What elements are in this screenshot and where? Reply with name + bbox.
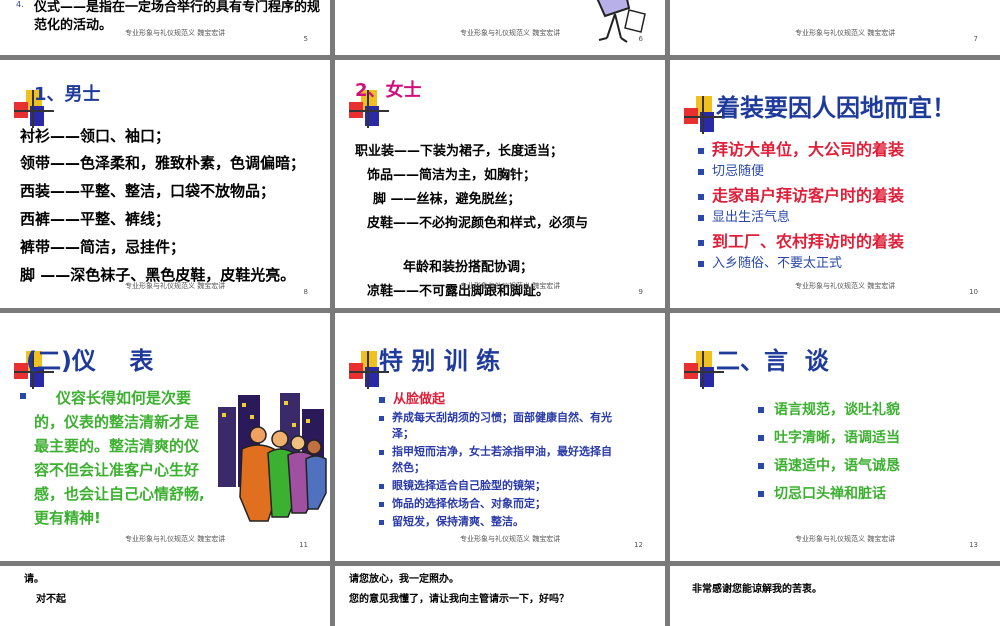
text-line: 请您放心，我一定照办。	[349, 574, 459, 585]
bullet-icon	[698, 239, 704, 246]
slide-title: 着装要因人因地而宜！	[716, 94, 956, 122]
list-item: 语速适中，语气诚恳	[758, 455, 900, 475]
text-line: 的，仪表的整洁清新才是	[34, 413, 200, 431]
text-line: 非常感谢您能谅解我的苦衷。	[692, 584, 822, 595]
slide-footer: 专业形象与礼仪规范义 魏宝宏讲 6	[460, 29, 643, 43]
text-line: 职业装——下装为裙子，长度适当；	[355, 144, 564, 159]
text-line: 然色；	[392, 461, 425, 474]
bullet-icon	[379, 519, 384, 525]
text-line: 更有精神!	[34, 509, 101, 527]
slide-footer: 专业形象与礼仪规范义 魏宝宏讲 8	[125, 282, 308, 296]
list-item: 语言规范，谈吐礼貌	[758, 399, 900, 419]
list-item: 到工厂、农村拜访时的着装	[698, 228, 904, 252]
bullet-icon	[698, 168, 704, 175]
text-line: 衬衫——领口、袖口；	[20, 127, 171, 145]
slide-14[interactable]: 请。 对不起	[0, 566, 330, 626]
business-people-clipart	[218, 393, 327, 522]
text-line: 年龄和装扮搭配协调；	[403, 260, 534, 275]
corner-decoration	[684, 351, 724, 389]
slide-footer: 专业形象与礼仪规范义 魏宝宏讲 11	[125, 535, 308, 549]
slide-footer: 专业形象与礼仪规范义 魏宝宏讲 10	[795, 282, 978, 296]
page-number: 6	[638, 35, 643, 43]
slide-7[interactable]: 专业形象与礼仪规范义 魏宝宏讲 7	[670, 0, 1000, 55]
page-number: 11	[299, 541, 308, 549]
slide-footer: 专业形象与礼仪规范义 魏宝宏讲 7	[795, 29, 978, 43]
text-line: 西裤——平整、裤线；	[20, 210, 171, 228]
bullet-icon	[758, 463, 764, 469]
slide-footer: 专业形象与礼仪规范义 魏宝宏讲 9	[460, 282, 643, 296]
list-item: 切忌口头禅和脏话	[758, 483, 886, 503]
bullet-icon	[698, 214, 704, 221]
list-item: 切忌随便	[698, 160, 764, 179]
slide-15[interactable]: 请您放心，我一定照办。 您的意见我懂了，请让我向主管请示一下，好吗？	[335, 566, 665, 626]
slide-10[interactable]: 着装要因人因地而宜！ 拜访大单位，大公司的着装 切忌随便 走家串户拜访客户时的着…	[670, 60, 1000, 308]
text-line: 脚 ——丝袜，避免脱丝；	[373, 192, 521, 207]
page-number: 12	[634, 541, 643, 549]
bullet-icon	[20, 393, 26, 399]
bullet-icon	[758, 435, 764, 441]
slide-title: 二、言 谈	[716, 347, 829, 375]
text-line: 请。	[24, 574, 44, 585]
slide-title: 1、男士	[34, 84, 101, 105]
slide-footer: 专业形象与礼仪规范义 魏宝宏讲 5	[125, 29, 308, 43]
list-item: 留短发，保持清爽、整洁。	[379, 513, 524, 529]
list-item: 入乡随俗、不要太正式	[698, 252, 842, 271]
page-number: 13	[969, 541, 978, 549]
text-line: 感，也会让自己心情舒畅,	[34, 485, 205, 503]
text-line: 对不起	[36, 594, 66, 605]
text-line: 容不但会让准客户心生好	[34, 461, 200, 479]
list-item: 从脸做起	[379, 388, 445, 407]
slide-11[interactable]: (二)仪 表 仪容长得如何是次要 的，仪表的整洁清新才是 最主要的。整洁清爽的仪…	[0, 313, 330, 561]
list-item: 走家串户拜访客户时的着装	[698, 182, 904, 206]
slide-9[interactable]: 2、女士 职业装——下装为裙子，长度适当； 饰品——简洁为主，如胸针； 脚 ——…	[335, 60, 665, 308]
bullet-icon	[758, 491, 764, 497]
slide-16[interactable]: 非常感谢您能谅解我的苦衷。	[670, 566, 1000, 626]
text-line: 您的意见我懂了，请让我向主管请示一下，好吗？	[349, 594, 569, 605]
bullet-icon	[698, 193, 704, 200]
slide-title: 特 别 训 练	[379, 347, 501, 375]
slide-title: 2、女士	[355, 80, 422, 101]
page-number: 7	[973, 35, 978, 43]
text-line: 西装——平整、整洁，口袋不放物品；	[20, 182, 276, 200]
slide-13[interactable]: 二、言 谈 语言规范，谈吐礼貌 吐字清晰，语调适当 语速适中，语气诚恳 切忌口头…	[670, 313, 1000, 561]
bullet-icon	[379, 415, 384, 421]
text-line: 饰品——简洁为主，如胸针；	[367, 168, 537, 183]
text-line: 仪容长得如何是次要	[56, 389, 192, 407]
bullet-icon	[379, 396, 385, 403]
bullet-number: 4.	[16, 0, 24, 9]
page-number: 10	[969, 288, 978, 296]
page-number: 9	[638, 288, 643, 296]
slide-5[interactable]: 4. 仪式——是指在一定场合举行的具有专门程序的规 范化的活动。 专业形象与礼仪…	[0, 0, 330, 55]
bullet-icon	[379, 449, 384, 455]
list-item: 显出生活气息	[698, 206, 790, 225]
page-number: 5	[303, 35, 308, 43]
list-item: 指甲短而洁净，女士若涂指甲油，最好选择自	[379, 443, 612, 459]
list-item: 饰品的选择依场合、对象而定；	[379, 495, 546, 511]
text-line: 仪式——是指在一定场合举行的具有专门程序的规	[34, 0, 321, 15]
text-line: 领带——色泽柔和，雅致朴素，色调偏暗；	[20, 154, 306, 172]
slide-6[interactable]: 专业形象与礼仪规范义 魏宝宏讲 6	[335, 0, 665, 55]
text-line: 裤带——简洁，忌挂件；	[20, 238, 186, 256]
list-item: 养成每天刮胡须的习惯；面部健康自然、有光	[379, 409, 612, 425]
slide-8[interactable]: 1、男士 衬衫——领口、袖口； 领带——色泽柔和，雅致朴素，色调偏暗； 西装——…	[0, 60, 330, 308]
slide-footer: 专业形象与礼仪规范义 魏宝宏讲 12	[460, 535, 643, 549]
list-item: 眼镜选择适合自己脸型的镜架；	[379, 477, 546, 493]
bullet-icon	[698, 147, 704, 154]
list-item: 拜访大单位，大公司的着装	[698, 136, 904, 160]
text-line: 皮鞋——不必拘泥颜色和样式，必须与	[367, 216, 589, 231]
text-line: 泽；	[392, 427, 414, 440]
slide-footer: 专业形象与礼仪规范义 魏宝宏讲 13	[795, 535, 978, 549]
corner-decoration	[684, 96, 724, 134]
page-number: 8	[303, 288, 308, 296]
bullet-icon	[379, 501, 384, 507]
list-item: 吐字清晰，语调适当	[758, 427, 900, 447]
text-line: 最主要的。整洁清爽的仪	[34, 437, 200, 455]
bullet-icon	[698, 260, 704, 267]
slide-12[interactable]: 特 别 训 练 从脸做起 养成每天刮胡须的习惯；面部健康自然、有光 泽； 指甲短…	[335, 313, 665, 561]
bullet-icon	[758, 407, 764, 413]
bullet-icon	[379, 483, 384, 489]
slide-title: (二)仪 表	[26, 347, 154, 375]
